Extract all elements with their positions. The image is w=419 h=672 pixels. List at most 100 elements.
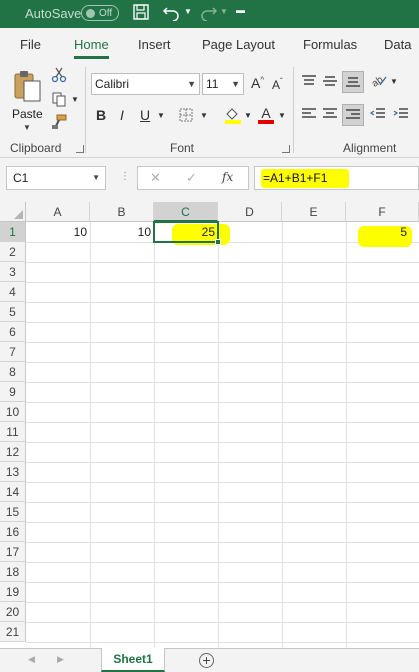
grow-font-button[interactable]: A^ (251, 75, 264, 91)
row-header[interactable]: 7 (0, 342, 26, 362)
chevron-down-icon: ▼ (92, 173, 100, 182)
redo-dropdown-icon[interactable]: ▼ (220, 7, 228, 16)
align-top-icon[interactable] (301, 74, 317, 91)
undo-dropdown-icon[interactable]: ▼ (184, 7, 192, 16)
redo-icon[interactable] (198, 3, 218, 24)
row-header[interactable]: 11 (0, 422, 26, 442)
paste-button[interactable]: Paste ▼ (8, 67, 46, 133)
gridline (154, 222, 155, 648)
row-header[interactable]: 20 (0, 602, 26, 622)
column-header-d[interactable]: D (218, 202, 282, 222)
column-header-e[interactable]: E (282, 202, 346, 222)
tab-page-layout[interactable]: Page Layout (202, 37, 275, 52)
name-box-value: C1 (13, 171, 29, 185)
gridline (26, 542, 419, 543)
sheet-tab-sheet1[interactable]: Sheet1 (101, 648, 165, 672)
row-header[interactable]: 15 (0, 502, 26, 522)
tab-file[interactable]: File (20, 37, 41, 52)
row-header[interactable]: 3 (0, 262, 26, 282)
row-header[interactable]: 8 (0, 362, 26, 382)
fill-color-icon[interactable] (224, 106, 242, 127)
row-header[interactable]: 18 (0, 562, 26, 582)
font-color-button[interactable]: A (258, 105, 274, 124)
cell-c1[interactable]: 25 (154, 222, 218, 242)
column-header-b[interactable]: B (90, 202, 154, 222)
align-left-icon[interactable] (301, 107, 317, 124)
row-header[interactable]: 21 (0, 622, 26, 642)
cell-f1[interactable]: 5 (346, 222, 410, 242)
clipboard-launcher-icon[interactable] (76, 145, 84, 153)
font-name-select[interactable]: Calibri ▼ (91, 73, 200, 95)
name-box[interactable]: C1 ▼ (6, 166, 106, 190)
fill-color-dropdown-icon[interactable]: ▼ (244, 111, 252, 120)
borders-icon[interactable] (178, 107, 194, 126)
scroll-right-icon[interactable]: ▶ (57, 654, 64, 665)
shrink-font-button[interactable]: Aˇ (272, 77, 283, 92)
insert-function-icon[interactable]: fx (222, 170, 233, 184)
tab-data[interactable]: Data (384, 37, 411, 52)
copy-dropdown-icon[interactable]: ▼ (71, 95, 79, 104)
gridline (26, 502, 419, 503)
font-launcher-icon[interactable] (282, 145, 290, 153)
tab-home[interactable]: Home (74, 37, 109, 59)
align-middle-icon[interactable] (322, 74, 338, 91)
row-header[interactable]: 6 (0, 322, 26, 342)
row-header[interactable]: 10 (0, 402, 26, 422)
row-header[interactable]: 19 (0, 582, 26, 602)
paste-label: Paste (12, 107, 43, 121)
cancel-icon[interactable]: ✕ (150, 170, 161, 186)
row-header[interactable]: 13 (0, 462, 26, 482)
underline-dropdown-icon[interactable]: ▼ (157, 111, 165, 120)
cell-a1[interactable]: 10 (26, 222, 90, 242)
borders-dropdown-icon[interactable]: ▼ (200, 111, 208, 120)
formula-input[interactable]: =A1+B1+F1 (254, 166, 419, 190)
autosave-toggle[interactable]: Off (81, 5, 119, 21)
orientation-dropdown-icon[interactable]: ▼ (390, 77, 398, 86)
gridline (26, 282, 419, 283)
align-center-icon[interactable] (322, 107, 338, 124)
column-header-a[interactable]: A (26, 202, 90, 222)
bold-button[interactable]: B (96, 107, 106, 123)
orientation-icon[interactable]: ab (370, 72, 388, 91)
gridline (26, 322, 419, 323)
row-header[interactable]: 2 (0, 242, 26, 262)
increase-indent-icon[interactable] (393, 107, 409, 124)
tab-insert[interactable]: Insert (138, 37, 171, 52)
copy-icon[interactable] (51, 91, 67, 110)
underline-button[interactable]: U (140, 107, 150, 123)
row-header[interactable]: 12 (0, 442, 26, 462)
align-right-icon[interactable] (342, 104, 364, 126)
enter-icon[interactable]: ✓ (186, 170, 197, 186)
tab-formulas[interactable]: Formulas (303, 37, 357, 52)
decrease-indent-icon[interactable] (369, 107, 386, 124)
row-header[interactable]: 14 (0, 482, 26, 502)
save-icon[interactable] (132, 3, 150, 24)
scroll-left-icon[interactable]: ◀ (28, 654, 35, 665)
select-all-button[interactable] (0, 202, 26, 222)
formula-bar: C1 ▼ ⋮ ✕ ✓ fx =A1+B1+F1 (0, 158, 419, 202)
format-painter-icon[interactable] (51, 114, 67, 133)
row-header[interactable]: 16 (0, 522, 26, 542)
row-header[interactable]: 5 (0, 302, 26, 322)
worksheet-grid[interactable]: A B C D E F 1 2 3 4 5 6 7 8 9 10 11 12 1… (0, 202, 419, 648)
row-header[interactable]: 17 (0, 542, 26, 562)
alignment-group-label: Alignment (343, 141, 397, 155)
italic-button[interactable]: I (120, 107, 124, 123)
undo-icon[interactable] (162, 3, 182, 24)
cell-b1[interactable]: 10 (90, 222, 154, 242)
font-size-value: 11 (206, 77, 219, 91)
formula-bar-grip-icon[interactable]: ⋮ (120, 171, 130, 182)
row-header[interactable]: 4 (0, 282, 26, 302)
font-size-select[interactable]: 11 ▼ (202, 73, 244, 95)
align-bottom-icon[interactable] (342, 71, 364, 93)
row-header[interactable]: 1 (0, 222, 26, 242)
font-color-dropdown-icon[interactable]: ▼ (278, 111, 286, 120)
column-header-f[interactable]: F (346, 202, 419, 222)
formula-buttons: ✕ ✓ fx (137, 166, 249, 190)
gridline (26, 342, 419, 343)
customize-toolbar-icon[interactable]: ▬ (236, 5, 245, 15)
add-sheet-icon[interactable]: + (199, 653, 214, 668)
column-header-c[interactable]: C (154, 202, 218, 222)
cut-icon[interactable] (51, 67, 67, 86)
row-header[interactable]: 9 (0, 382, 26, 402)
